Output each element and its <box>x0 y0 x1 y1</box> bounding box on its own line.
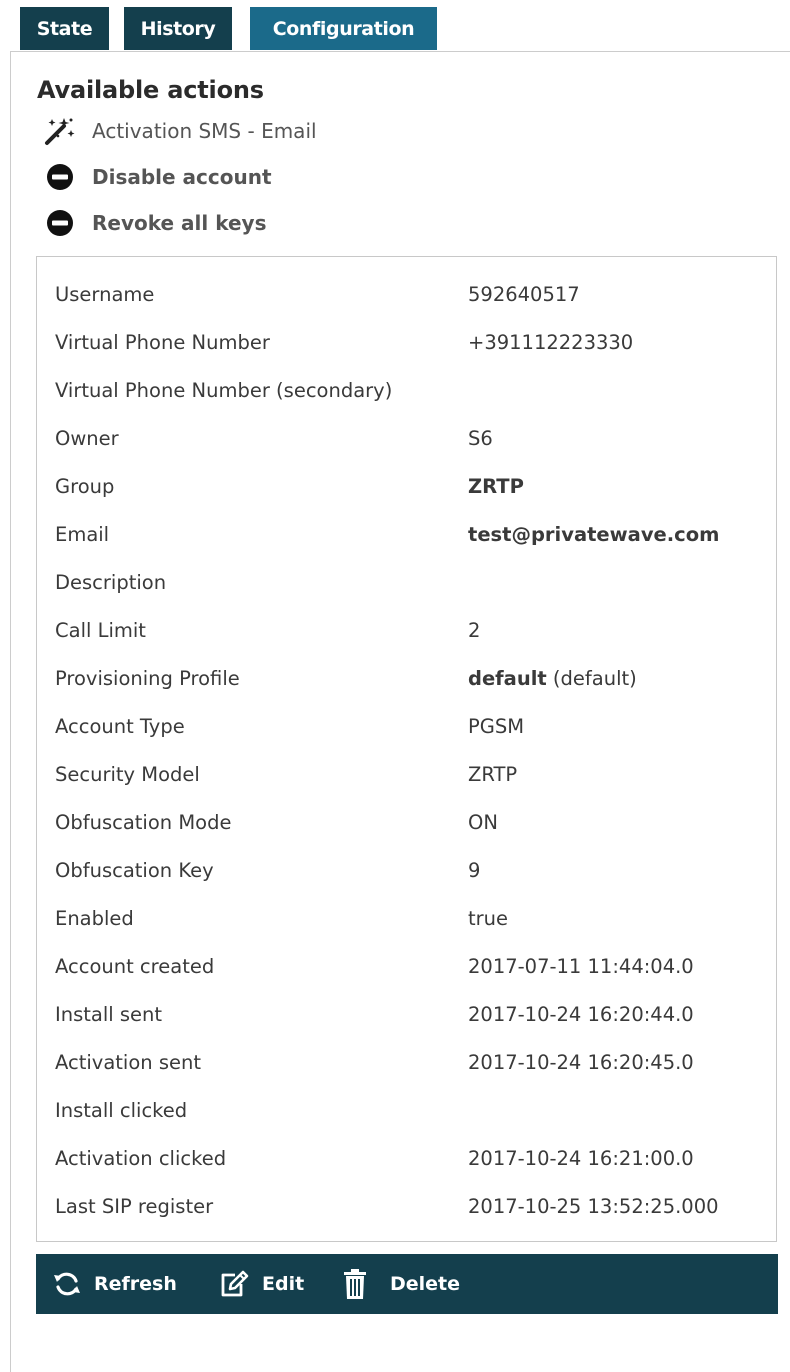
refresh-label: Refresh <box>94 1273 177 1295</box>
tab-state[interactable]: State <box>20 7 109 50</box>
detail-value: 592640517 <box>468 283 580 306</box>
detail-value: 2017-07-11 11:44:04.0 <box>468 955 694 978</box>
detail-row-provisioning-profile: Provisioning Profile default (default) <box>55 664 776 694</box>
minus-circle-icon <box>44 208 78 238</box>
detail-row-activation-clicked: Activation clicked 2017-10-24 16:21:00.0 <box>55 1144 776 1174</box>
tab-state-label: State <box>36 18 93 40</box>
detail-value: 2 <box>468 619 481 642</box>
detail-key: Security Model <box>55 763 200 786</box>
detail-key: Activation clicked <box>55 1147 227 1170</box>
disable-account-action[interactable]: Disable account <box>44 162 272 192</box>
activation-sms-email-label: Activation SMS - Email <box>92 119 317 143</box>
footer-toolbar: Refresh Edit Delete <box>36 1254 778 1314</box>
detail-value: ZRTP <box>468 472 524 502</box>
detail-key: Obfuscation Key <box>55 859 214 882</box>
detail-row-group: Group ZRTP <box>55 472 776 502</box>
edit-button[interactable]: Edit <box>218 1254 304 1314</box>
available-actions-title: Available actions <box>37 76 264 104</box>
edit-label: Edit <box>262 1273 305 1295</box>
detail-row-account-created: Account created 2017-07-11 11:44:04.0 <box>55 952 776 982</box>
detail-row-owner: Owner S6 <box>55 424 776 454</box>
detail-key: Account Type <box>55 715 185 738</box>
email-value: test@privatewave.com <box>468 523 720 546</box>
detail-key: Activation sent <box>55 1051 201 1074</box>
tab-configuration[interactable]: Configuration <box>250 7 437 50</box>
detail-value: 2017-10-24 16:20:45.0 <box>468 1051 694 1074</box>
detail-value: +391112223330 <box>468 331 634 354</box>
detail-value: ON <box>468 811 498 834</box>
detail-row-username: Username 592640517 <box>55 280 776 310</box>
detail-key: Group <box>55 475 115 498</box>
delete-button[interactable]: Delete <box>342 1254 460 1314</box>
detail-value: 9 <box>468 859 481 882</box>
detail-key: Description <box>55 571 167 594</box>
detail-row-email: Email test@privatewave.com <box>55 520 776 550</box>
provisioning-profile-value: default <box>468 667 547 690</box>
detail-value: 2017-10-24 16:20:44.0 <box>468 1003 694 1026</box>
tab-history-label: History <box>140 18 216 40</box>
detail-value: test@privatewave.com <box>468 520 719 550</box>
provisioning-profile-suffix: (default) <box>552 667 637 690</box>
detail-row-call-limit: Call Limit 2 <box>55 616 776 646</box>
detail-value: true <box>468 907 509 930</box>
detail-key: Install clicked <box>55 1099 188 1122</box>
tab-configuration-label: Configuration <box>272 18 415 40</box>
disable-account-label: Disable account <box>92 165 272 189</box>
trash-icon <box>342 1268 368 1300</box>
magic-wand-icon <box>44 116 78 146</box>
detail-row-security-model: Security Model ZRTP <box>55 760 776 790</box>
detail-value: PGSM <box>468 715 525 738</box>
detail-row-install-sent: Install sent 2017-10-24 16:20:44.0 <box>55 1000 776 1030</box>
account-details-table: Username 592640517 Virtual Phone Number … <box>36 256 777 1242</box>
detail-key: Virtual Phone Number (secondary) <box>55 379 393 402</box>
detail-row-install-clicked: Install clicked <box>55 1096 776 1126</box>
detail-row-description: Description <box>55 568 776 598</box>
detail-value: S6 <box>468 427 493 450</box>
refresh-button[interactable]: Refresh <box>52 1254 177 1314</box>
detail-key: Enabled <box>55 907 134 930</box>
detail-key: Username <box>55 283 155 306</box>
detail-value: ZRTP <box>468 763 518 786</box>
detail-value: default (default) <box>468 664 637 694</box>
detail-row-obfuscation-mode: Obfuscation Mode ON <box>55 808 776 838</box>
detail-key: Virtual Phone Number <box>55 331 270 354</box>
detail-row-activation-sent: Activation sent 2017-10-24 16:20:45.0 <box>55 1048 776 1078</box>
detail-key: Owner <box>55 427 119 450</box>
detail-key: Provisioning Profile <box>55 667 240 690</box>
detail-row-account-type: Account Type PGSM <box>55 712 776 742</box>
detail-key: Call Limit <box>55 619 146 642</box>
detail-row-last-sip-register: Last SIP register 2017-10-25 13:52:25.00… <box>55 1192 776 1222</box>
detail-value: 2017-10-24 16:21:00.0 <box>468 1147 694 1170</box>
detail-key: Last SIP register <box>55 1195 214 1218</box>
detail-row-virtual-phone-number: Virtual Phone Number +391112223330 <box>55 328 776 358</box>
revoke-all-keys-action[interactable]: Revoke all keys <box>44 208 266 238</box>
detail-row-virtual-phone-number-secondary: Virtual Phone Number (secondary) <box>55 376 776 406</box>
detail-value: 2017-10-25 13:52:25.000 <box>468 1195 719 1218</box>
detail-row-obfuscation-key: Obfuscation Key 9 <box>55 856 776 886</box>
tab-history[interactable]: History <box>124 7 232 50</box>
detail-key: Obfuscation Mode <box>55 811 232 834</box>
detail-key: Account created <box>55 955 215 978</box>
activation-sms-email-action[interactable]: Activation SMS - Email <box>44 116 317 146</box>
group-value: ZRTP <box>468 475 524 498</box>
detail-key: Install sent <box>55 1003 163 1026</box>
edit-icon <box>218 1269 250 1299</box>
minus-circle-icon <box>44 162 78 192</box>
delete-label: Delete <box>390 1273 461 1295</box>
revoke-all-keys-label: Revoke all keys <box>92 211 267 235</box>
detail-key: Email <box>55 523 110 546</box>
detail-row-enabled: Enabled true <box>55 904 776 934</box>
refresh-icon <box>52 1269 82 1299</box>
